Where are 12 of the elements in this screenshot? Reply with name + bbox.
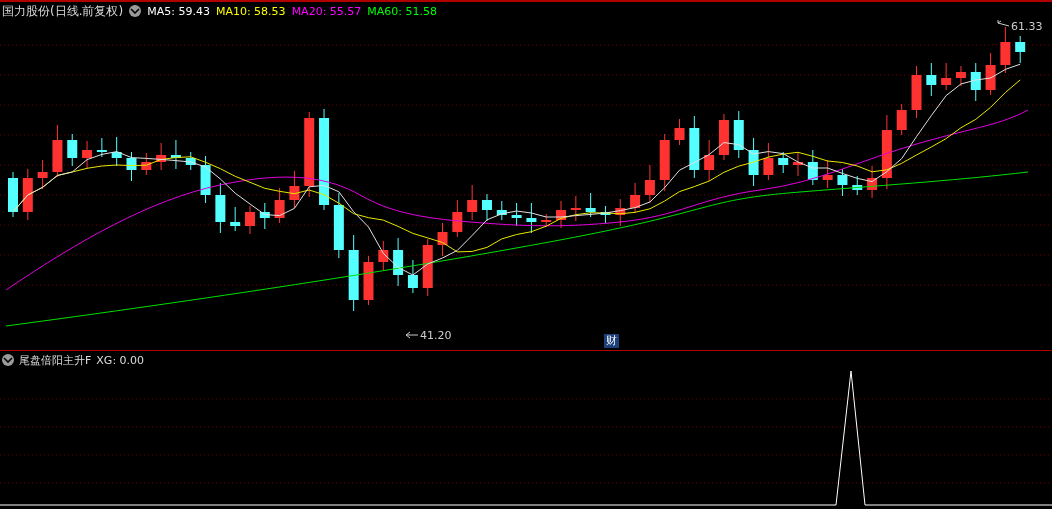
dropdown-icon[interactable]	[129, 5, 142, 17]
moving-average-label: MA60: 51.58	[367, 4, 438, 18]
moving-average-label: MA10: 58.53	[215, 4, 286, 18]
chart-title: 国力股份(日线.前复权)	[2, 2, 124, 20]
moving-average-label: MA20: 55.57	[291, 4, 362, 18]
high-price-label: 61.33	[1011, 20, 1043, 33]
indicator-title: 尾盘倍阳主升F	[19, 352, 92, 368]
finance-badge[interactable]: 财	[604, 334, 619, 348]
low-price-label: 41.20	[420, 329, 452, 342]
indicator-reading: XG: 0.00	[96, 353, 145, 367]
moving-average-label: MA5: 59.43	[147, 4, 210, 18]
dropdown-icon[interactable]	[2, 354, 14, 366]
